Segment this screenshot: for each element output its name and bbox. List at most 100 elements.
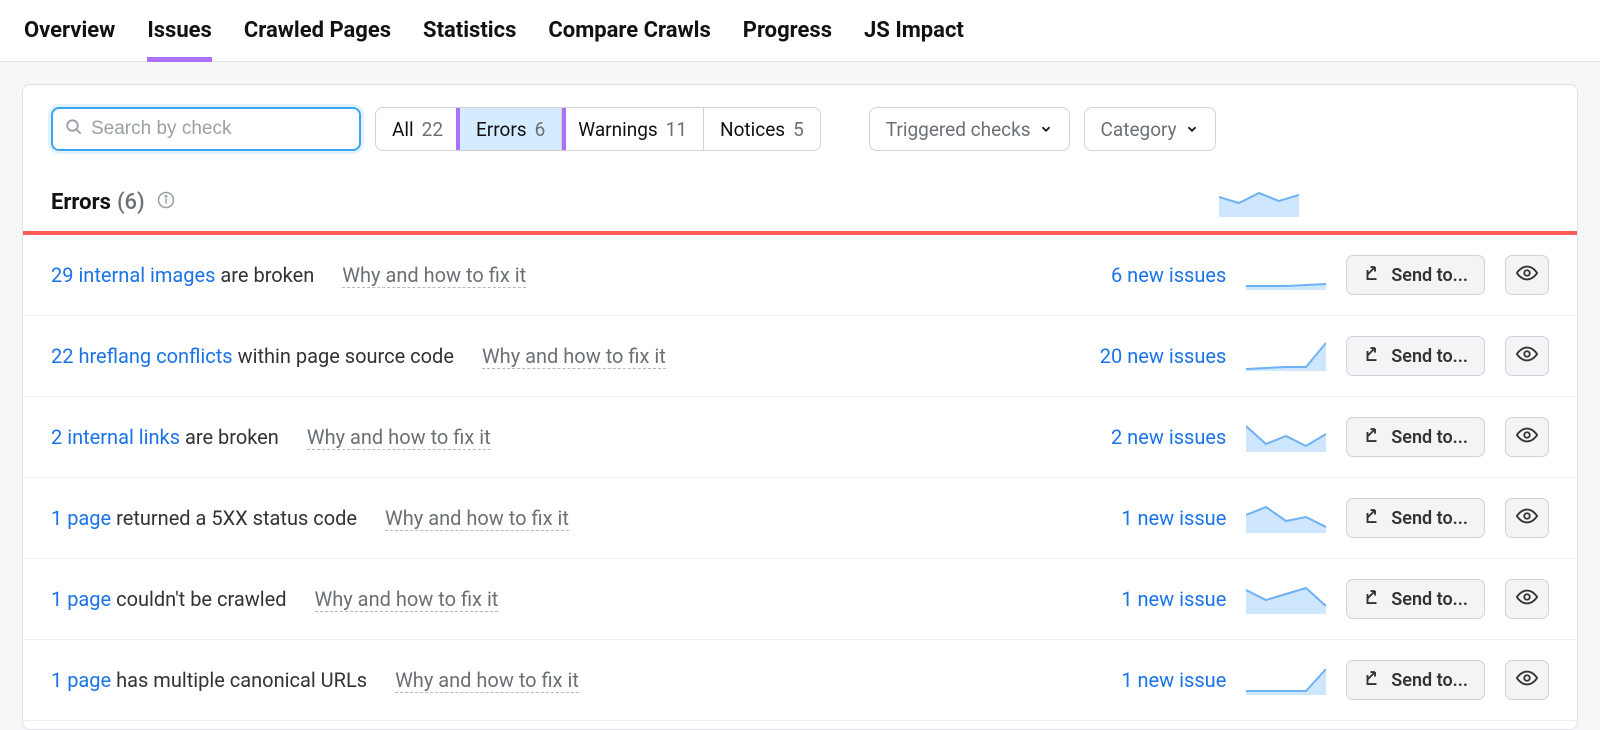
new-issues-link[interactable]: 6 new issues xyxy=(1066,263,1226,287)
share-arrow-icon xyxy=(1363,345,1381,368)
issues-panel: All 22 Errors 6 Warnings 11 Notices 5 Tr… xyxy=(22,84,1578,730)
issue-text: 1 page returned a 5XX status code Why and… xyxy=(51,506,1046,531)
view-button[interactable] xyxy=(1505,498,1549,538)
send-to-label: Send to... xyxy=(1391,346,1468,367)
triggered-checks-label: Triggered checks xyxy=(886,118,1031,141)
send-to-label: Send to... xyxy=(1391,427,1468,448)
filter-warnings-label: Warnings xyxy=(578,118,657,141)
section-sparkline xyxy=(1219,187,1299,217)
category-label: Category xyxy=(1101,118,1177,141)
filter-all[interactable]: All 22 xyxy=(376,108,460,150)
issue-sparkline xyxy=(1246,584,1326,614)
send-to-button[interactable]: Send to... xyxy=(1346,579,1485,619)
issue-link[interactable]: 22 hreflang conflicts xyxy=(51,344,233,368)
tab-progress[interactable]: Progress xyxy=(743,0,832,61)
new-issues-link[interactable]: 20 new issues xyxy=(1066,344,1226,368)
issue-row: 1 page couldn't be crawled Why and how to… xyxy=(23,559,1577,640)
view-button[interactable] xyxy=(1505,417,1549,457)
issue-description: within page source code xyxy=(233,344,454,368)
issue-description: are broken xyxy=(215,263,314,287)
issue-link[interactable]: 1 page xyxy=(51,668,111,692)
issue-text: 1 page couldn't be crawled Why and how to… xyxy=(51,587,1046,612)
search-icon xyxy=(65,118,83,140)
filter-errors-count: 6 xyxy=(535,118,546,141)
issue-row: 22 hreflang conflicts within page source… xyxy=(23,316,1577,397)
issue-row: 1 page returned a 5XX status code Why and… xyxy=(23,478,1577,559)
share-arrow-icon xyxy=(1363,588,1381,611)
tab-statistics[interactable]: Statistics xyxy=(423,0,516,61)
why-and-how-link[interactable]: Why and how to fix it xyxy=(315,587,499,612)
category-dropdown[interactable]: Category xyxy=(1084,107,1216,151)
send-to-label: Send to... xyxy=(1391,508,1468,529)
filter-warnings-count: 11 xyxy=(666,118,687,141)
search-input-wrap[interactable] xyxy=(51,107,361,151)
eye-icon xyxy=(1516,667,1538,693)
tab-compare-crawls[interactable]: Compare Crawls xyxy=(548,0,710,61)
tab-js-impact[interactable]: JS Impact xyxy=(864,0,964,61)
filter-errors-label: Errors xyxy=(476,118,527,141)
issue-title: 1 page has multiple canonical URLs xyxy=(51,668,367,692)
issue-link[interactable]: 1 page xyxy=(51,587,111,611)
send-to-button[interactable]: Send to... xyxy=(1346,660,1485,700)
filter-warnings[interactable]: Warnings 11 xyxy=(562,108,704,150)
tab-issues[interactable]: Issues xyxy=(147,0,212,61)
issues-list: 29 internal images are broken Why and how… xyxy=(23,235,1577,721)
send-to-button[interactable]: Send to... xyxy=(1346,498,1485,538)
view-button[interactable] xyxy=(1505,336,1549,376)
share-arrow-icon xyxy=(1363,264,1381,287)
new-issues-link[interactable]: 2 new issues xyxy=(1066,425,1226,449)
toolbar: All 22 Errors 6 Warnings 11 Notices 5 Tr… xyxy=(23,85,1577,161)
why-and-how-link[interactable]: Why and how to fix it xyxy=(385,506,569,531)
filter-notices-count: 5 xyxy=(793,118,804,141)
section-title: Errors (6) xyxy=(51,190,175,215)
search-input[interactable] xyxy=(91,118,347,140)
filter-errors[interactable]: Errors 6 xyxy=(460,108,562,150)
issue-sparkline xyxy=(1246,665,1326,695)
why-and-how-link[interactable]: Why and how to fix it xyxy=(307,425,491,450)
new-issues-link[interactable]: 1 new issue xyxy=(1066,668,1226,692)
issue-text: 29 internal images are broken Why and how… xyxy=(51,263,1046,288)
info-icon[interactable] xyxy=(157,191,175,214)
issue-description: are broken xyxy=(180,425,279,449)
issue-title: 2 internal links are broken xyxy=(51,425,279,449)
eye-icon xyxy=(1516,262,1538,288)
eye-icon xyxy=(1516,586,1538,612)
view-button[interactable] xyxy=(1505,579,1549,619)
issue-title: 1 page couldn't be crawled xyxy=(51,587,287,611)
issue-sparkline xyxy=(1246,341,1326,371)
filter-all-count: 22 xyxy=(422,118,443,141)
section-title-count: (6) xyxy=(117,190,145,215)
issue-row: 1 page has multiple canonical URLs Why an… xyxy=(23,640,1577,721)
new-issues-link[interactable]: 1 new issue xyxy=(1066,506,1226,530)
issue-description: couldn't be crawled xyxy=(111,587,286,611)
send-to-button[interactable]: Send to... xyxy=(1346,255,1485,295)
share-arrow-icon xyxy=(1363,669,1381,692)
tab-crawled-pages[interactable]: Crawled Pages xyxy=(244,0,391,61)
filter-notices[interactable]: Notices 5 xyxy=(704,108,820,150)
send-to-button[interactable]: Send to... xyxy=(1346,336,1485,376)
send-to-button[interactable]: Send to... xyxy=(1346,417,1485,457)
view-button[interactable] xyxy=(1505,660,1549,700)
triggered-checks-dropdown[interactable]: Triggered checks xyxy=(869,107,1070,151)
share-arrow-icon xyxy=(1363,426,1381,449)
view-button[interactable] xyxy=(1505,255,1549,295)
issue-link[interactable]: 29 internal images xyxy=(51,263,215,287)
issue-title: 1 page returned a 5XX status code xyxy=(51,506,357,530)
why-and-how-link[interactable]: Why and how to fix it xyxy=(342,263,526,288)
new-issues-link[interactable]: 1 new issue xyxy=(1066,587,1226,611)
top-tabs: Overview Issues Crawled Pages Statistics Com… xyxy=(0,0,1600,62)
why-and-how-link[interactable]: Why and how to fix it xyxy=(482,344,666,369)
issue-link[interactable]: 1 page xyxy=(51,506,111,530)
tab-overview[interactable]: Overview xyxy=(24,0,115,61)
issue-sparkline xyxy=(1246,422,1326,452)
send-to-label: Send to... xyxy=(1391,670,1468,691)
section-header: Errors (6) xyxy=(23,161,1577,231)
issue-text: 2 internal links are broken Why and how t… xyxy=(51,425,1046,450)
section-title-text: Errors xyxy=(51,190,111,215)
why-and-how-link[interactable]: Why and how to fix it xyxy=(395,668,579,693)
filter-segmented: All 22 Errors 6 Warnings 11 Notices 5 xyxy=(375,107,821,151)
issue-title: 29 internal images are broken xyxy=(51,263,314,287)
send-to-label: Send to... xyxy=(1391,589,1468,610)
issue-link[interactable]: 2 internal links xyxy=(51,425,180,449)
issue-sparkline xyxy=(1246,260,1326,290)
